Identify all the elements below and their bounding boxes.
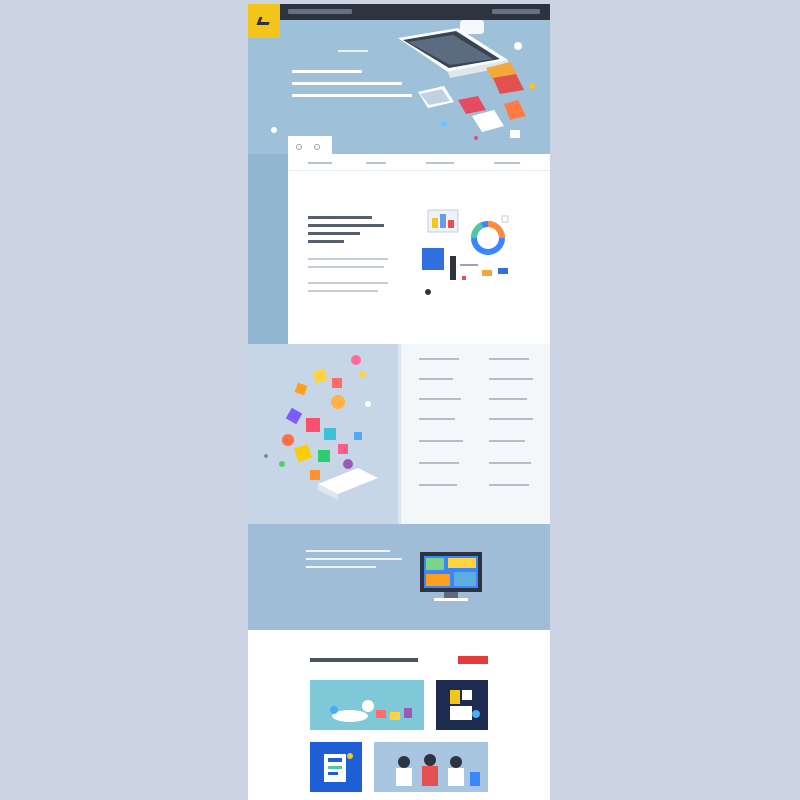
topbar-tagline xyxy=(288,9,352,14)
card-body-line xyxy=(308,258,388,260)
feature-item xyxy=(489,398,527,400)
feature-item xyxy=(419,358,459,360)
feature-item xyxy=(489,440,525,442)
card-heading-line-1 xyxy=(308,216,372,219)
logo-mark-icon xyxy=(256,17,272,25)
card-nav-item-1[interactable] xyxy=(308,162,332,164)
top-bar xyxy=(248,4,550,20)
feature-item xyxy=(419,484,457,486)
feature-item xyxy=(419,418,455,420)
cta-text-line xyxy=(306,566,376,568)
card-body-line xyxy=(308,290,378,292)
tile-illustration xyxy=(436,680,488,730)
tile-illustration xyxy=(310,680,424,730)
card-nav-item-3[interactable] xyxy=(426,162,454,164)
analytics-illustration xyxy=(422,209,509,295)
feature-item xyxy=(419,440,463,442)
card-body-line xyxy=(308,266,384,268)
cta-text-line xyxy=(306,550,390,552)
feature-item xyxy=(419,378,453,380)
next-icon[interactable] xyxy=(314,144,320,150)
cta-section xyxy=(248,524,550,630)
card-nav-item-4[interactable] xyxy=(494,162,520,164)
card-divider xyxy=(288,170,550,171)
feature-item xyxy=(489,358,529,360)
card-heading-line-4 xyxy=(308,240,344,243)
tile-illustration xyxy=(374,742,488,792)
feature-item xyxy=(489,484,529,486)
portfolio-section xyxy=(248,630,550,800)
card-nav-item-2[interactable] xyxy=(366,162,386,164)
features-list xyxy=(398,344,550,524)
portfolio-tile-1[interactable] xyxy=(310,680,424,730)
hero-section xyxy=(248,20,550,154)
portfolio-tile-2[interactable] xyxy=(436,680,488,730)
feature-item xyxy=(489,462,531,464)
hero-isometric-illustration xyxy=(271,20,535,140)
feature-item xyxy=(419,462,459,464)
features-illustration-panel xyxy=(248,344,398,524)
card-heading-line-2 xyxy=(308,224,384,227)
card-body-line xyxy=(308,282,388,284)
logo[interactable] xyxy=(248,4,280,38)
topbar-contact[interactable] xyxy=(492,9,540,14)
view-all-button[interactable] xyxy=(458,656,488,664)
tile-illustration xyxy=(310,742,362,792)
card-heading-line-3 xyxy=(308,232,360,235)
content-card xyxy=(288,154,550,344)
feature-item xyxy=(489,418,533,420)
portfolio-tile-4[interactable] xyxy=(374,742,488,792)
feature-item xyxy=(489,378,533,380)
cta-text-line xyxy=(306,558,402,560)
colorful-blocks-illustration xyxy=(264,355,378,500)
prev-icon[interactable] xyxy=(296,144,302,150)
website-page xyxy=(248,4,550,800)
left-decor-strip xyxy=(248,154,288,344)
portfolio-tile-3[interactable] xyxy=(310,742,362,792)
feature-item xyxy=(419,398,461,400)
portfolio-title xyxy=(310,658,418,662)
monitor-illustration xyxy=(420,552,482,601)
